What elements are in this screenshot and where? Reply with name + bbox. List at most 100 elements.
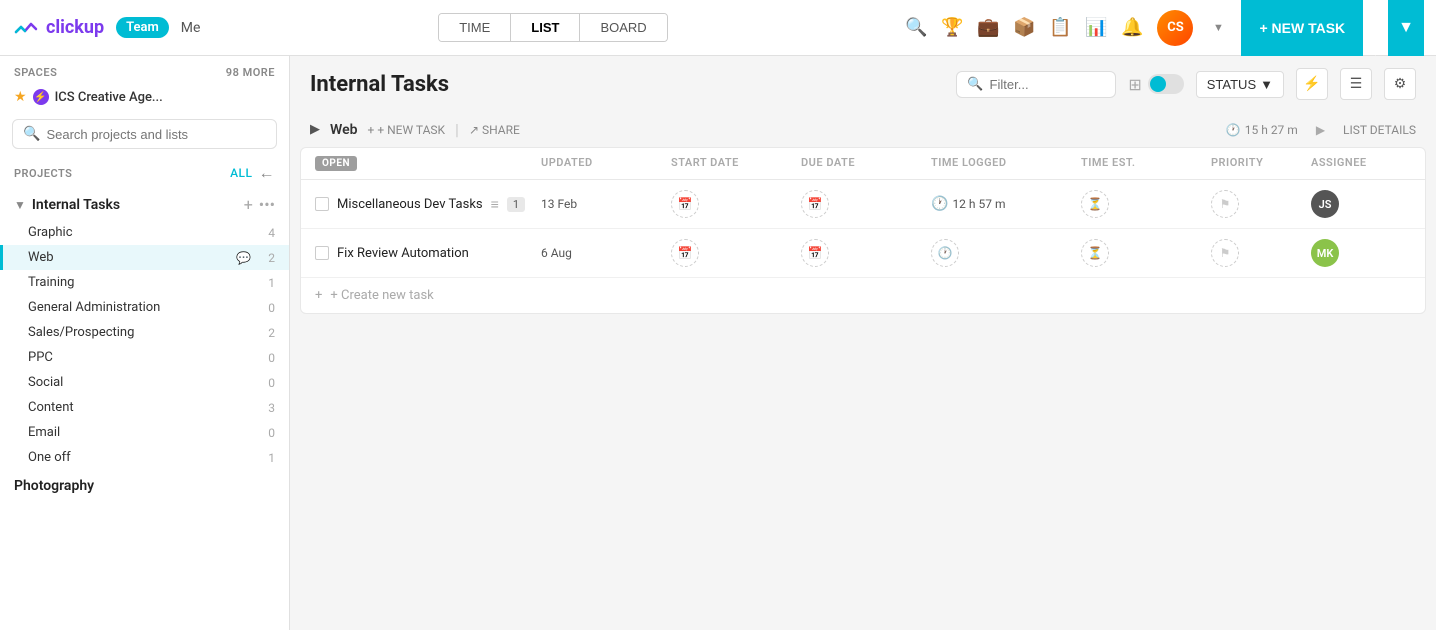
status-chevron-icon: ▼ [1260, 77, 1273, 92]
list-details-button[interactable]: LIST DETAILS [1343, 123, 1416, 137]
more-icon[interactable]: ••• [259, 195, 275, 214]
me-label[interactable]: Me [181, 20, 201, 36]
task-checkbox-2[interactable] [315, 246, 329, 260]
sidebar-item-one-off[interactable]: One off 1 [0, 445, 289, 470]
open-badge: OPEN [315, 156, 357, 171]
view-tabs: TIME LIST BOARD [438, 13, 667, 42]
col-time-logged: TIME LOGGED [931, 156, 1081, 171]
sidebar-item-sales-prospecting[interactable]: Sales/Prospecting 2 [0, 320, 289, 345]
time-est-button-2[interactable]: ⏳ [1081, 239, 1109, 267]
clickup-logo-icon [12, 14, 40, 42]
project-parent-name: Internal Tasks [32, 197, 120, 213]
priority-button[interactable]: ⚑ [1211, 190, 1239, 218]
sidebar-item-training[interactable]: Training 1 [0, 270, 289, 295]
bell-icon[interactable]: 🔔 [1121, 17, 1143, 39]
table-row: Fix Review Automation 6 Aug 📅 📅 [301, 229, 1425, 278]
search-icon[interactable]: 🔍 [905, 17, 927, 39]
create-task-row[interactable]: + + Create new task [301, 278, 1425, 313]
cube-icon[interactable]: 📦 [1013, 17, 1035, 39]
toggle-switch[interactable] [1148, 74, 1184, 94]
settings-icon-button[interactable]: ⚙ [1384, 68, 1416, 100]
flag-icon-2: ⚑ [1220, 246, 1231, 260]
sidebar-item-graphic[interactable]: Graphic 4 [0, 220, 289, 245]
filter-search-icon: 🔍 [967, 77, 983, 92]
hourglass-icon-2: ⏳ [1088, 246, 1103, 260]
sidebar: SPACES 98 more ★ ⚡ ICS Creative Age... 🔍… [0, 56, 290, 630]
time-icon: 🕐 [931, 196, 948, 212]
new-task-divider [1375, 0, 1376, 56]
assignee-avatar[interactable]: JS [1311, 190, 1339, 218]
space-item: ★ ⚡ ICS Creative Age... [0, 85, 289, 113]
bolt-icon: ⚡ [33, 89, 49, 105]
sidebar-item-ppc[interactable]: PPC 0 [0, 345, 289, 370]
task-checkbox[interactable] [315, 197, 329, 211]
task-table: OPEN UPDATED START DATE DUE DATE TIME LO… [300, 147, 1426, 314]
sidebar-item-web[interactable]: Web 💬 2 [0, 245, 289, 270]
col-updated: UPDATED [541, 156, 671, 171]
avatar-chevron-icon[interactable]: ▼ [1207, 17, 1229, 39]
filter-icon-button[interactable]: ⚡ [1296, 68, 1328, 100]
table-header: OPEN UPDATED START DATE DUE DATE TIME LO… [301, 148, 1425, 180]
task-time-logged: 🕐 12 h 57 m [931, 196, 1081, 212]
spaces-header: SPACES 98 more [0, 56, 289, 85]
priority-button-2[interactable]: ⚑ [1211, 239, 1239, 267]
projects-collapse-icon[interactable]: ← [259, 163, 276, 183]
project-actions: + ••• [244, 195, 275, 214]
search-input[interactable] [46, 127, 266, 142]
start-date-button-2[interactable]: 📅 [671, 239, 699, 267]
add-list-icon[interactable]: + [244, 195, 253, 214]
time-est-button[interactable]: ⏳ [1081, 190, 1109, 218]
calendar-icon-4: 📅 [808, 246, 823, 260]
new-task-dropdown-button[interactable]: ▼ [1388, 0, 1424, 56]
tab-time[interactable]: TIME [439, 14, 511, 41]
section-share-button[interactable]: ↗ SHARE [469, 123, 520, 137]
list-icon[interactable]: 📋 [1049, 17, 1071, 39]
nav-right: 🔍 🏆 💼 📦 📋 📊 🔔 CS ▼ [905, 10, 1229, 46]
tab-board[interactable]: BOARD [580, 14, 666, 41]
projects-all[interactable]: All [230, 166, 252, 180]
start-date-button[interactable]: 📅 [671, 190, 699, 218]
logo-text: clickup [46, 17, 104, 38]
sidebar-item-content[interactable]: Content 3 [0, 395, 289, 420]
task-updated-2: 6 Aug [541, 246, 671, 260]
equals-icon[interactable]: ≡ [491, 196, 499, 213]
clock-icon: 🕐 [1226, 123, 1241, 137]
sidebar-item-social[interactable]: Social 0 [0, 370, 289, 395]
col-time-est: TIME EST. [1081, 156, 1211, 171]
star-icon: ★ [14, 89, 27, 105]
avatar[interactable]: CS [1157, 10, 1193, 46]
flag-icon: ⚑ [1220, 197, 1231, 211]
project-parent[interactable]: ▼ Internal Tasks + ••• [0, 189, 289, 220]
clock-icon-2: 🕐 [938, 246, 953, 260]
filter-input[interactable] [990, 77, 1090, 92]
spaces-more[interactable]: 98 more [226, 66, 275, 79]
sidebar-item-email[interactable]: Email 0 [0, 420, 289, 445]
due-date-button-2[interactable]: 📅 [801, 239, 829, 267]
hourglass-icon: ⏳ [1088, 197, 1103, 211]
assignee-avatar-2[interactable]: MK [1311, 239, 1339, 267]
briefcase-icon[interactable]: 💼 [977, 17, 999, 39]
nav-center: TIME LIST BOARD [212, 13, 893, 42]
columns-icon-button[interactable]: ☰ [1340, 68, 1372, 100]
status-button[interactable]: STATUS ▼ [1196, 71, 1284, 98]
calendar-icon: 📅 [678, 197, 693, 211]
time-logged-button-2[interactable]: 🕐 [931, 239, 959, 267]
team-badge[interactable]: Team [116, 17, 169, 38]
sidebar-item-general-administration[interactable]: General Administration 0 [0, 295, 289, 320]
task-updated: 13 Feb [541, 197, 671, 211]
task-name[interactable]: Miscellaneous Dev Tasks [337, 197, 483, 212]
list-view: ▶ Web + + NEW TASK | ↗ SHARE 🕐 15 h 27 m… [290, 110, 1436, 630]
tab-list[interactable]: LIST [511, 14, 580, 41]
chart-icon[interactable]: 📊 [1085, 17, 1107, 39]
new-task-button[interactable]: + NEW TASK [1241, 0, 1363, 56]
task-name-2[interactable]: Fix Review Automation [337, 246, 469, 261]
sidebar-item-photography[interactable]: Photography [0, 470, 289, 502]
section-chevron-icon[interactable]: ▶ [310, 122, 320, 137]
space-name[interactable]: ICS Creative Age... [55, 90, 163, 105]
task-subtask-badge[interactable]: 1 [507, 197, 525, 212]
plus-icon: + [368, 123, 375, 137]
task-name-cell: Fix Review Automation [315, 246, 541, 261]
section-new-task-button[interactable]: + + NEW TASK [368, 123, 446, 137]
trophy-icon[interactable]: 🏆 [941, 17, 963, 39]
due-date-button[interactable]: 📅 [801, 190, 829, 218]
